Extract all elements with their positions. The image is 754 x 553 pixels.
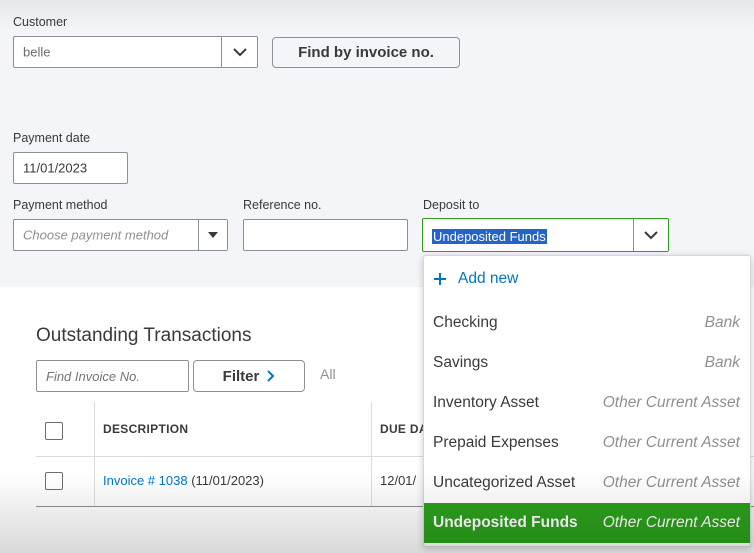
menu-item-type: Other Current Asset xyxy=(602,474,740,491)
payment-method-select[interactable]: Choose payment method xyxy=(13,219,228,251)
customer-label: Customer xyxy=(13,15,68,29)
menu-item-savings[interactable]: Savings Bank xyxy=(424,343,750,383)
outstanding-transactions-title: Outstanding Transactions xyxy=(36,325,252,346)
filter-button[interactable]: Filter xyxy=(193,360,305,392)
reference-input[interactable] xyxy=(243,219,408,251)
menu-item-name: Uncategorized Asset xyxy=(433,474,576,491)
menu-item-inventory-asset[interactable]: Inventory Asset Other Current Asset xyxy=(424,383,750,423)
menu-item-name: Prepaid Expenses xyxy=(433,434,559,451)
customer-dropdown-button[interactable] xyxy=(221,37,257,67)
select-all-checkbox[interactable] xyxy=(45,422,63,440)
description-column-header[interactable]: DESCRIPTION xyxy=(103,422,188,436)
find-invoice-input[interactable] xyxy=(36,360,189,392)
menu-item-type: Bank xyxy=(704,354,740,371)
menu-item-type: Bank xyxy=(704,314,740,331)
reference-label: Reference no. xyxy=(243,198,322,212)
invoice-date: (11/01/2023) xyxy=(191,473,264,488)
payment-method-dropdown-button[interactable] xyxy=(198,220,227,250)
menu-item-type: Other Current Asset xyxy=(602,394,740,411)
filter-label: Filter xyxy=(222,367,260,385)
payment-date-value: 11/01/2023 xyxy=(23,160,88,176)
menu-item-name: Inventory Asset xyxy=(433,394,539,411)
deposit-to-label: Deposit to xyxy=(423,198,480,212)
customer-value: belle xyxy=(23,44,51,60)
payment-method-label: Payment method xyxy=(13,198,108,212)
payment-date-label: Payment date xyxy=(13,131,91,145)
menu-item-name: Undeposited Funds xyxy=(433,514,578,531)
chevron-down-icon xyxy=(232,47,247,56)
row-checkbox[interactable] xyxy=(45,472,63,490)
deposit-to-select[interactable]: Undeposited Funds xyxy=(422,218,669,252)
menu-item-undeposited-funds[interactable]: Undeposited Funds Other Current Asset xyxy=(424,503,750,543)
customer-select[interactable]: belle xyxy=(13,36,258,68)
invoice-link[interactable]: Invoice # 1038 xyxy=(103,473,188,488)
chevron-right-icon xyxy=(267,370,275,382)
payment-date-input[interactable]: 11/01/2023 xyxy=(13,152,128,184)
deposit-to-menu: Add new Checking Bank Savings Bank Inven… xyxy=(423,255,751,547)
add-new-option[interactable]: Add new xyxy=(434,270,518,288)
row-due-date: 12/01/ xyxy=(380,473,417,488)
plus-icon xyxy=(434,273,446,285)
due-date-column-header[interactable]: DUE DA xyxy=(380,422,428,436)
menu-item-uncategorized-asset[interactable]: Uncategorized Asset Other Current Asset xyxy=(424,463,750,503)
deposit-to-dropdown-button[interactable] xyxy=(633,219,668,251)
menu-item-type: Other Current Asset xyxy=(602,434,740,451)
menu-item-name: Checking xyxy=(433,314,498,331)
chevron-down-icon xyxy=(644,230,658,239)
menu-item-checking[interactable]: Checking Bank xyxy=(424,303,750,343)
all-filter-label[interactable]: All xyxy=(320,366,336,382)
menu-item-name: Savings xyxy=(433,354,489,371)
menu-item-prepaid-expenses[interactable]: Prepaid Expenses Other Current Asset xyxy=(424,423,750,463)
add-new-label: Add new xyxy=(458,270,519,287)
find-by-invoice-button[interactable]: Find by invoice no. xyxy=(272,37,460,68)
payment-method-placeholder: Choose payment method xyxy=(23,227,169,243)
caret-down-icon xyxy=(208,232,218,238)
menu-item-type: Other Current Asset xyxy=(602,514,740,531)
deposit-to-value[interactable]: Undeposited Funds xyxy=(432,229,547,244)
row-description: Invoice # 1038 (11/01/2023) xyxy=(103,473,264,488)
